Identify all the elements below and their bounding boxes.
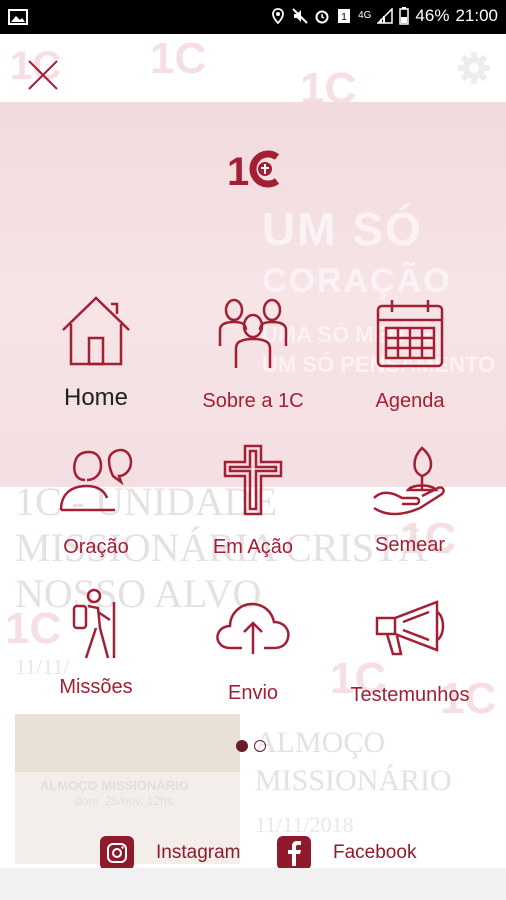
calendar-icon <box>376 300 444 368</box>
home-icon <box>62 296 130 366</box>
svg-text:1: 1 <box>341 12 347 23</box>
facebook-link[interactable]: Facebook <box>277 836 416 870</box>
menu-item-envio[interactable]: Envio <box>169 598 337 705</box>
instagram-link[interactable]: Instagram <box>100 836 240 870</box>
close-icon[interactable] <box>26 58 60 92</box>
menu-item-home[interactable]: Home <box>12 294 180 412</box>
battery-level: 46% <box>415 6 450 25</box>
mute-icon <box>292 8 308 24</box>
svg-text:1: 1 <box>227 150 249 189</box>
status-bar: 1 4G 46% 21:00 <box>0 0 506 34</box>
page-dot-2[interactable] <box>254 740 266 752</box>
menu-label: Envio <box>227 682 279 704</box>
app-logo: 1 <box>227 150 280 189</box>
watermark-logo: 1C <box>150 34 207 83</box>
page-indicator <box>236 740 266 752</box>
menu-item-sobre[interactable]: Sobre a 1C <box>169 296 337 413</box>
alarm-icon <box>315 10 329 24</box>
people-icon <box>218 298 288 368</box>
page-dot-1[interactable] <box>236 740 248 752</box>
post-date: 11/11/2018 <box>255 812 354 837</box>
menu-item-testemunhos[interactable]: Testemunhos <box>326 600 494 707</box>
prayer-icon <box>59 448 133 512</box>
megaphone-icon <box>375 600 445 656</box>
menu-label: Testemunhos <box>350 684 470 706</box>
bottom-bar <box>0 868 506 900</box>
battery-icon <box>399 7 410 25</box>
facebook-label: Facebook <box>333 842 417 863</box>
cloud-upload-icon <box>216 602 290 654</box>
instagram-label: Instagram <box>156 842 241 863</box>
menu-label: Oração <box>63 536 129 558</box>
sim-icon: 1 <box>338 9 351 23</box>
menu-label: Home <box>63 384 129 411</box>
location-icon <box>272 8 284 24</box>
instagram-icon <box>100 836 134 870</box>
menu-label: Em Ação <box>212 536 294 558</box>
gear-icon[interactable] <box>456 50 492 86</box>
signal-icon <box>377 8 394 24</box>
menu-item-semear[interactable]: Semear <box>326 446 494 557</box>
clock: 21:00 <box>455 6 498 25</box>
hiker-icon <box>72 588 116 659</box>
network-type: 4G <box>358 10 372 21</box>
cross-icon <box>223 444 283 516</box>
menu-label: Agenda <box>375 390 445 412</box>
menu-label: Semear <box>374 534 446 556</box>
menu-item-missoes[interactable]: Missões <box>12 588 180 699</box>
post-title: ALMOÇO MISSIONÁRIO <box>255 726 452 797</box>
menu-label: Missões <box>59 676 133 698</box>
image-icon <box>8 8 28 31</box>
menu-item-em-acao[interactable]: Em Ação <box>169 444 337 559</box>
menu-label: Sobre a 1C <box>202 390 304 412</box>
banner-line: UM SÓ <box>262 203 423 255</box>
facebook-icon <box>277 836 311 870</box>
seed-icon <box>373 446 445 516</box>
menu-item-agenda[interactable]: Agenda <box>326 298 494 413</box>
menu-item-oracao[interactable]: Oração <box>12 448 180 559</box>
